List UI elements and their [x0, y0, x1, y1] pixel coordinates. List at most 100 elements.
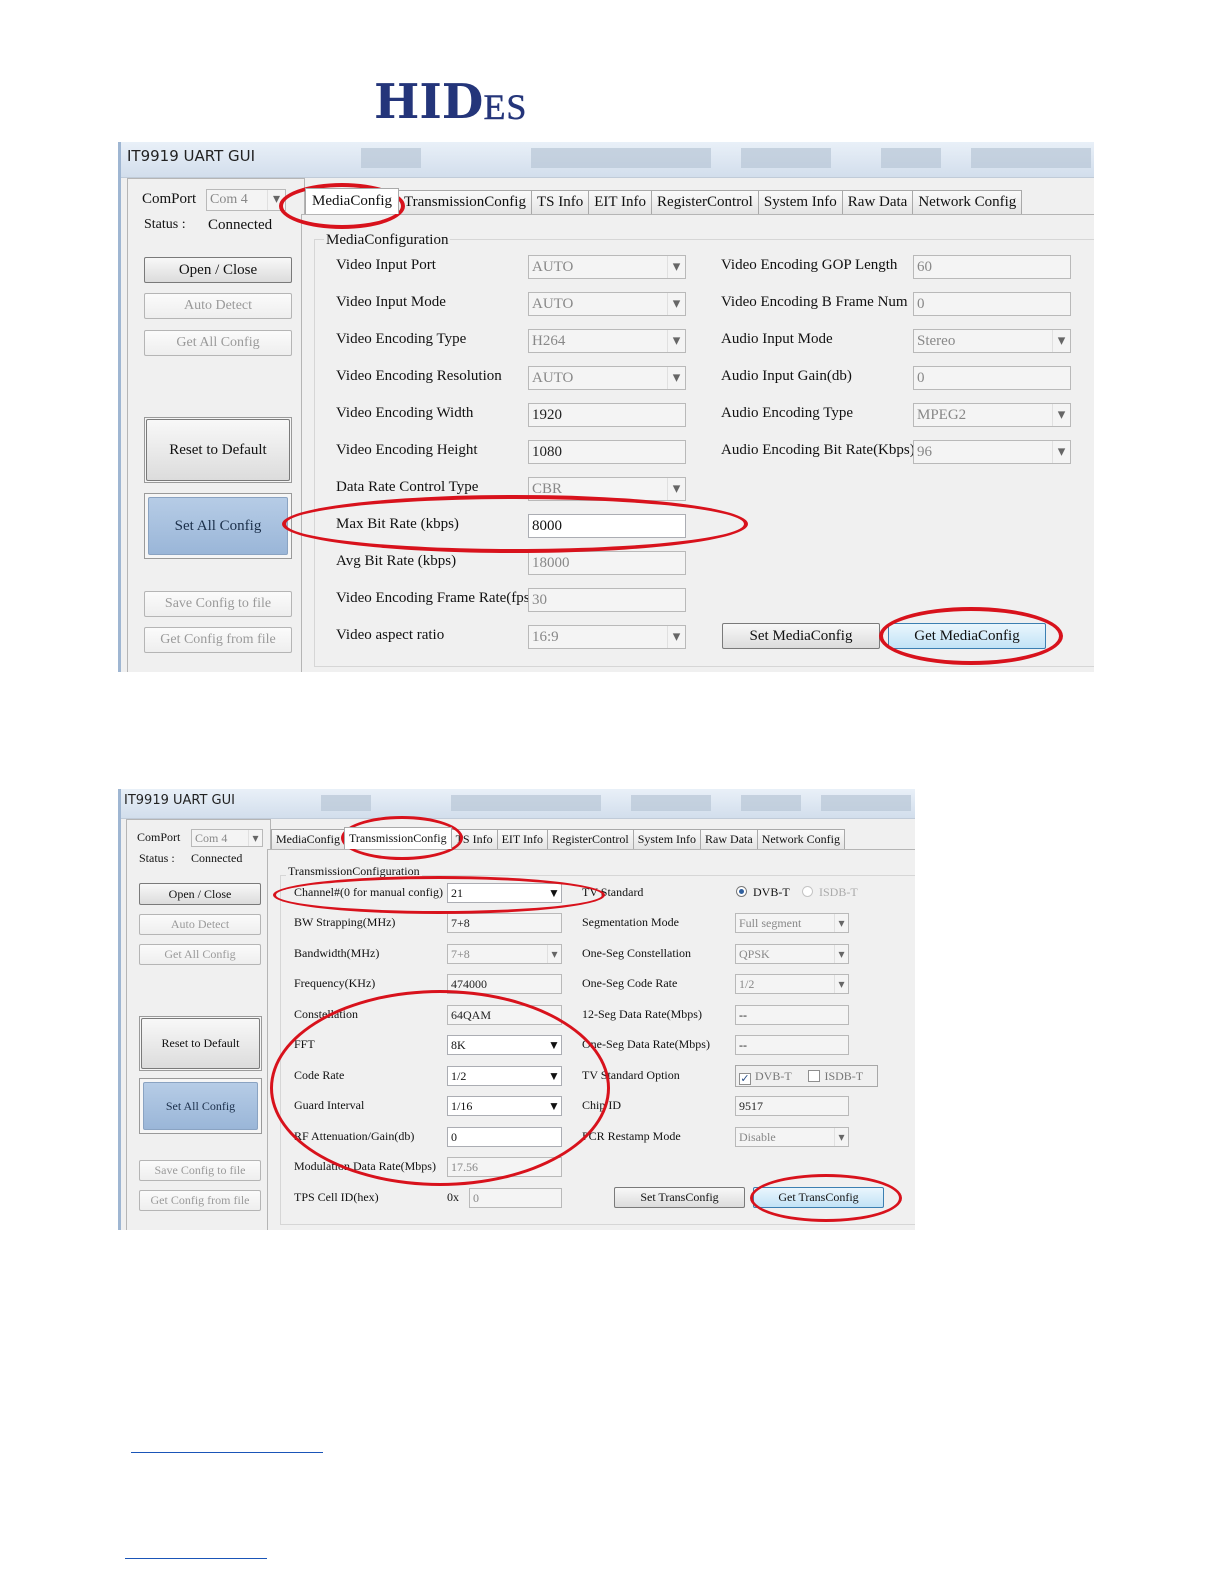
chevron-down-icon[interactable]: ▾ — [267, 190, 285, 210]
tab-transmissionconfig[interactable]: TransmissionConfig — [398, 190, 532, 214]
gop-length-field[interactable]: 60 — [913, 255, 1071, 279]
hyperlink-underline[interactable] — [125, 1558, 267, 1559]
tab-registercontrol[interactable]: RegisterControl — [547, 829, 634, 849]
chevron-down-icon[interactable]: ▾ — [667, 256, 685, 278]
audio-bit-rate-select[interactable]: 96 ▾ — [913, 440, 1071, 464]
constellation-field[interactable]: 64QAM — [447, 1005, 562, 1025]
aspect-ratio-select[interactable]: 16:9 ▾ — [528, 625, 686, 649]
get-all-config-button[interactable]: Get All Config — [144, 330, 292, 356]
video-encoding-resolution-select[interactable]: AUTO ▾ — [528, 366, 686, 390]
video-encoding-type-select[interactable]: H264 ▾ — [528, 329, 686, 353]
tab-mediaconfig[interactable]: MediaConfig — [305, 188, 399, 214]
comport-select[interactable]: Com 4 ▾ — [206, 189, 286, 211]
chevron-down-icon[interactable]: ▼ — [547, 884, 561, 902]
rf-attenuation-input[interactable]: 0 — [447, 1127, 562, 1147]
set-all-config-button[interactable]: Set All Config — [143, 1082, 258, 1130]
chevron-down-icon[interactable]: ▾ — [248, 830, 262, 846]
set-transconfig-button[interactable]: Set TransConfig — [614, 1187, 745, 1208]
tab-registercontrol[interactable]: RegisterControl — [651, 190, 759, 214]
get-config-from-file-button[interactable]: Get Config from file — [139, 1190, 261, 1211]
video-input-mode-select[interactable]: AUTO ▾ — [528, 292, 686, 316]
hyperlink-underline[interactable] — [131, 1452, 323, 1453]
segmentation-mode-select[interactable]: Full segment ▾ — [735, 913, 849, 933]
auto-detect-button[interactable]: Auto Detect — [144, 293, 292, 319]
one-seg-code-rate-select[interactable]: 1/2 ▾ — [735, 974, 849, 994]
set-all-config-button[interactable]: Set All Config — [148, 497, 288, 555]
chevron-down-icon[interactable]: ▾ — [1052, 404, 1070, 426]
checkbox-dvb-t[interactable]: ✓ DVB-T — [739, 1069, 791, 1085]
get-mediaconfig-button[interactable]: Get MediaConfig — [888, 623, 1046, 649]
auto-detect-button[interactable]: Auto Detect — [139, 914, 261, 935]
chevron-down-icon[interactable]: ▾ — [547, 945, 561, 963]
audio-encoding-type-select[interactable]: MPEG2 ▾ — [913, 403, 1071, 427]
radio-selected-icon[interactable] — [736, 886, 747, 897]
pcr-restamp-mode-value: Disable — [739, 1130, 776, 1144]
chevron-down-icon[interactable]: ▾ — [834, 945, 848, 963]
radio-unselected-icon[interactable] — [802, 886, 813, 897]
chevron-down-icon[interactable]: ▾ — [834, 1128, 848, 1146]
tab-ts-info[interactable]: TS Info — [450, 829, 498, 849]
checkbox-isdb-t[interactable]: ISDB-T — [808, 1069, 863, 1083]
audio-input-mode-select[interactable]: Stereo ▾ — [913, 329, 1071, 353]
video-input-port-select[interactable]: AUTO ▾ — [528, 255, 686, 279]
tab-transmissionconfig[interactable]: TransmissionConfig — [344, 827, 452, 849]
code-rate-select[interactable]: 1/2 ▼ — [447, 1066, 562, 1086]
chevron-down-icon[interactable]: ▾ — [834, 914, 848, 932]
open-close-button[interactable]: Open / Close — [144, 257, 292, 283]
bw-strapping-field[interactable]: 7+8 — [447, 913, 562, 933]
chevron-down-icon[interactable]: ▼ — [547, 1036, 561, 1054]
tab-eit-info[interactable]: EIT Info — [588, 190, 653, 214]
reset-to-default-button[interactable]: Reset to Default — [141, 1018, 260, 1069]
radio-dvb-t[interactable]: DVB-T — [736, 885, 790, 900]
tab-eit-info[interactable]: EIT Info — [496, 829, 549, 849]
chevron-down-icon[interactable]: ▼ — [547, 1097, 561, 1115]
b-frame-num-field[interactable]: 0 — [913, 292, 1071, 316]
reset-to-default-button[interactable]: Reset to Default — [146, 419, 290, 481]
pcr-restamp-mode-select[interactable]: Disable ▾ — [735, 1127, 849, 1147]
radio-isdb-t[interactable]: ISDB-T — [802, 885, 858, 900]
chevron-down-icon[interactable]: ▾ — [667, 367, 685, 389]
get-config-from-file-button[interactable]: Get Config from file — [144, 627, 292, 653]
audio-input-gain-field[interactable]: 0 — [913, 366, 1071, 390]
save-config-to-file-button[interactable]: Save Config to file — [144, 591, 292, 617]
set-mediaconfig-button[interactable]: Set MediaConfig — [722, 623, 880, 649]
tab-network-config[interactable]: Network Config — [756, 829, 846, 849]
tps-cell-id-field[interactable]: 0 — [469, 1188, 562, 1208]
tab-mediaconfig[interactable]: MediaConfig — [271, 829, 345, 849]
checkbox-checked-icon[interactable]: ✓ — [739, 1073, 751, 1085]
one-seg-constellation-select[interactable]: QPSK ▾ — [735, 944, 849, 964]
tab-ts-info[interactable]: TS Info — [530, 190, 590, 214]
tab-raw-data[interactable]: Raw Data — [700, 829, 758, 849]
chevron-down-icon[interactable]: ▾ — [667, 626, 685, 648]
chevron-down-icon[interactable]: ▾ — [667, 478, 685, 500]
modulation-data-rate-field[interactable]: 17.56 — [447, 1157, 562, 1177]
chevron-down-icon[interactable]: ▾ — [1052, 441, 1070, 463]
frame-rate-field[interactable]: 30 — [528, 588, 686, 612]
tab-network-config[interactable]: Network Config — [912, 190, 1023, 214]
max-bit-rate-input[interactable]: 8000 — [528, 514, 686, 538]
tab-system-info[interactable]: System Info — [632, 829, 702, 849]
chevron-down-icon[interactable]: ▼ — [547, 1067, 561, 1085]
open-close-button[interactable]: Open / Close — [139, 883, 261, 905]
get-all-config-button[interactable]: Get All Config — [139, 944, 261, 965]
bandwidth-select[interactable]: 7+8 ▾ — [447, 944, 562, 964]
chevron-down-icon[interactable]: ▾ — [834, 975, 848, 993]
frequency-field[interactable]: 474000 — [447, 974, 562, 994]
chevron-down-icon[interactable]: ▾ — [667, 330, 685, 352]
save-config-to-file-button[interactable]: Save Config to file — [139, 1160, 261, 1181]
chevron-down-icon[interactable]: ▾ — [1052, 330, 1070, 352]
avg-bit-rate-field[interactable]: 18000 — [528, 551, 686, 575]
guard-interval-select[interactable]: 1/16 ▼ — [447, 1096, 562, 1116]
channel-select[interactable]: 21 ▼ — [447, 883, 562, 903]
checkbox-unchecked-icon[interactable] — [808, 1070, 821, 1082]
chevron-down-icon[interactable]: ▾ — [667, 293, 685, 315]
data-rate-control-type-select[interactable]: CBR ▾ — [528, 477, 686, 501]
tab-system-info[interactable]: System Info — [757, 190, 843, 214]
fft-select[interactable]: 8K ▼ — [447, 1035, 562, 1055]
comport-select[interactable]: Com 4 ▾ — [191, 829, 263, 847]
get-transconfig-button[interactable]: Get TransConfig — [753, 1187, 884, 1208]
video-encoding-width-field[interactable]: 1920 — [528, 403, 686, 427]
tab-raw-data[interactable]: Raw Data — [841, 190, 914, 214]
video-encoding-height-field[interactable]: 1080 — [528, 440, 686, 464]
label-bandwidth: Bandwidth(MHz) — [294, 946, 380, 960]
